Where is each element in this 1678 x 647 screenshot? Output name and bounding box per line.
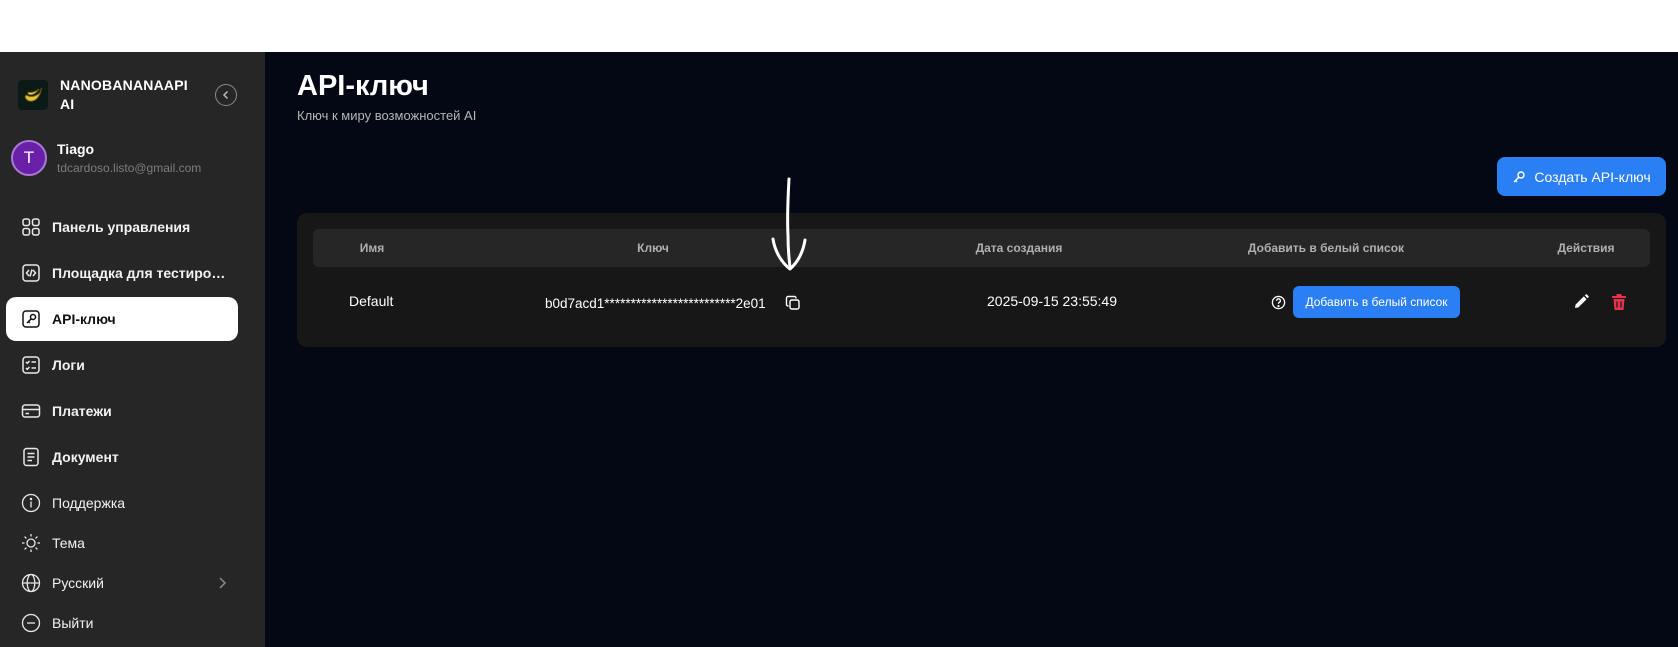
sidebar-item-playground[interactable]: Площадка для тестирования — [6, 251, 238, 295]
sidebar-item-support[interactable]: Поддержка — [6, 481, 238, 525]
sidebar-item-label: Платежи — [52, 403, 112, 419]
key-icon — [1513, 170, 1526, 182]
create-api-key-label: Создать API-ключ — [1534, 168, 1651, 185]
sidebar-item-label: Выйти — [52, 615, 94, 631]
sidebar-item-label: Логи — [52, 357, 85, 373]
sidebar-item-theme[interactable]: Тема — [6, 521, 238, 565]
main-content: API-ключ Ключ к миру возможностей AI Соз… — [265, 52, 1678, 647]
sidebar-item-logout[interactable]: Выйти — [6, 601, 238, 645]
dashboard-grid-icon — [20, 216, 42, 238]
table-header: Имя Ключ Дата создания Добавить в белый … — [313, 229, 1650, 267]
sidebar-item-dashboard[interactable]: Панель управления — [6, 205, 238, 249]
key-icon — [20, 308, 42, 330]
brand: NANOBANANAAPI AI — [18, 76, 200, 114]
trash-icon[interactable] — [1611, 293, 1627, 311]
column-header-actions: Действия — [1557, 241, 1615, 255]
column-header-whitelist: Добавить в белый список — [1247, 241, 1405, 255]
checklist-icon — [20, 354, 42, 376]
api-keys-table: Имя Ключ Дата создания Добавить в белый … — [297, 213, 1666, 347]
sidebar-item-document[interactable]: Документ — [6, 435, 238, 479]
user-profile[interactable]: T Tiago tdcardoso.listo@gmail.com — [11, 140, 201, 176]
sun-icon — [20, 532, 42, 554]
sidebar-item-label: Поддержка — [52, 495, 126, 511]
edit-pencil-icon[interactable] — [1572, 293, 1590, 311]
column-header-key: Ключ — [637, 241, 669, 255]
page-subtitle: Ключ к миру возможностей AI — [297, 108, 477, 123]
sidebar-item-label: Документ — [52, 449, 119, 465]
sidebar-item-logs[interactable]: Логи — [6, 343, 238, 387]
collapse-sidebar-button[interactable] — [215, 84, 237, 106]
user-email: tdcardoso.listo@gmail.com — [57, 161, 202, 175]
sidebar-item-api-key[interactable]: API-ключ — [6, 297, 238, 341]
chevron-right-icon — [219, 577, 227, 589]
sidebar-item-language[interactable]: Русский — [6, 561, 238, 605]
api-key-value: b0d7acd1*************************2e01 — [545, 296, 766, 311]
question-circle-icon[interactable] — [1271, 295, 1286, 310]
brand-name: NANOBANANAAPI AI — [60, 77, 188, 112]
add-to-whitelist-button[interactable]: Добавить в белый список — [1293, 286, 1460, 318]
sidebar-item-label: Русский — [52, 575, 104, 591]
sidebar-item-label: Тема — [52, 535, 85, 551]
column-header-created: Дата создания — [975, 241, 1063, 255]
page-title: API-ключ — [297, 70, 429, 102]
sidebar-item-label: Панель управления — [52, 219, 191, 235]
chevron-left-icon — [222, 90, 229, 100]
document-icon — [20, 446, 42, 468]
globe-icon — [20, 572, 42, 594]
sidebar-item-payments[interactable]: Платежи — [6, 389, 238, 433]
sidebar-item-label: Площадка для тестирования — [52, 265, 232, 281]
credit-card-icon — [20, 400, 42, 422]
copy-icon[interactable] — [785, 295, 801, 311]
logout-icon — [20, 612, 42, 634]
key-name: Default — [349, 293, 394, 309]
sidebar: NANOBANANAAPI AI T Tiago tdcardoso.listo… — [0, 52, 265, 647]
app-window: NANOBANANAAPI AI T Tiago tdcardoso.listo… — [0, 52, 1678, 647]
code-icon — [20, 262, 42, 284]
info-icon — [20, 492, 42, 514]
avatar: T — [11, 140, 47, 176]
column-header-name: Имя — [359, 241, 385, 255]
sidebar-item-label: API-ключ — [52, 311, 116, 327]
user-name: Tiago — [57, 141, 95, 157]
banana-logo-icon — [18, 80, 48, 110]
created-date: 2025-09-15 23:55:49 — [987, 293, 1117, 309]
create-api-key-button[interactable]: Создать API-ключ — [1497, 157, 1666, 196]
